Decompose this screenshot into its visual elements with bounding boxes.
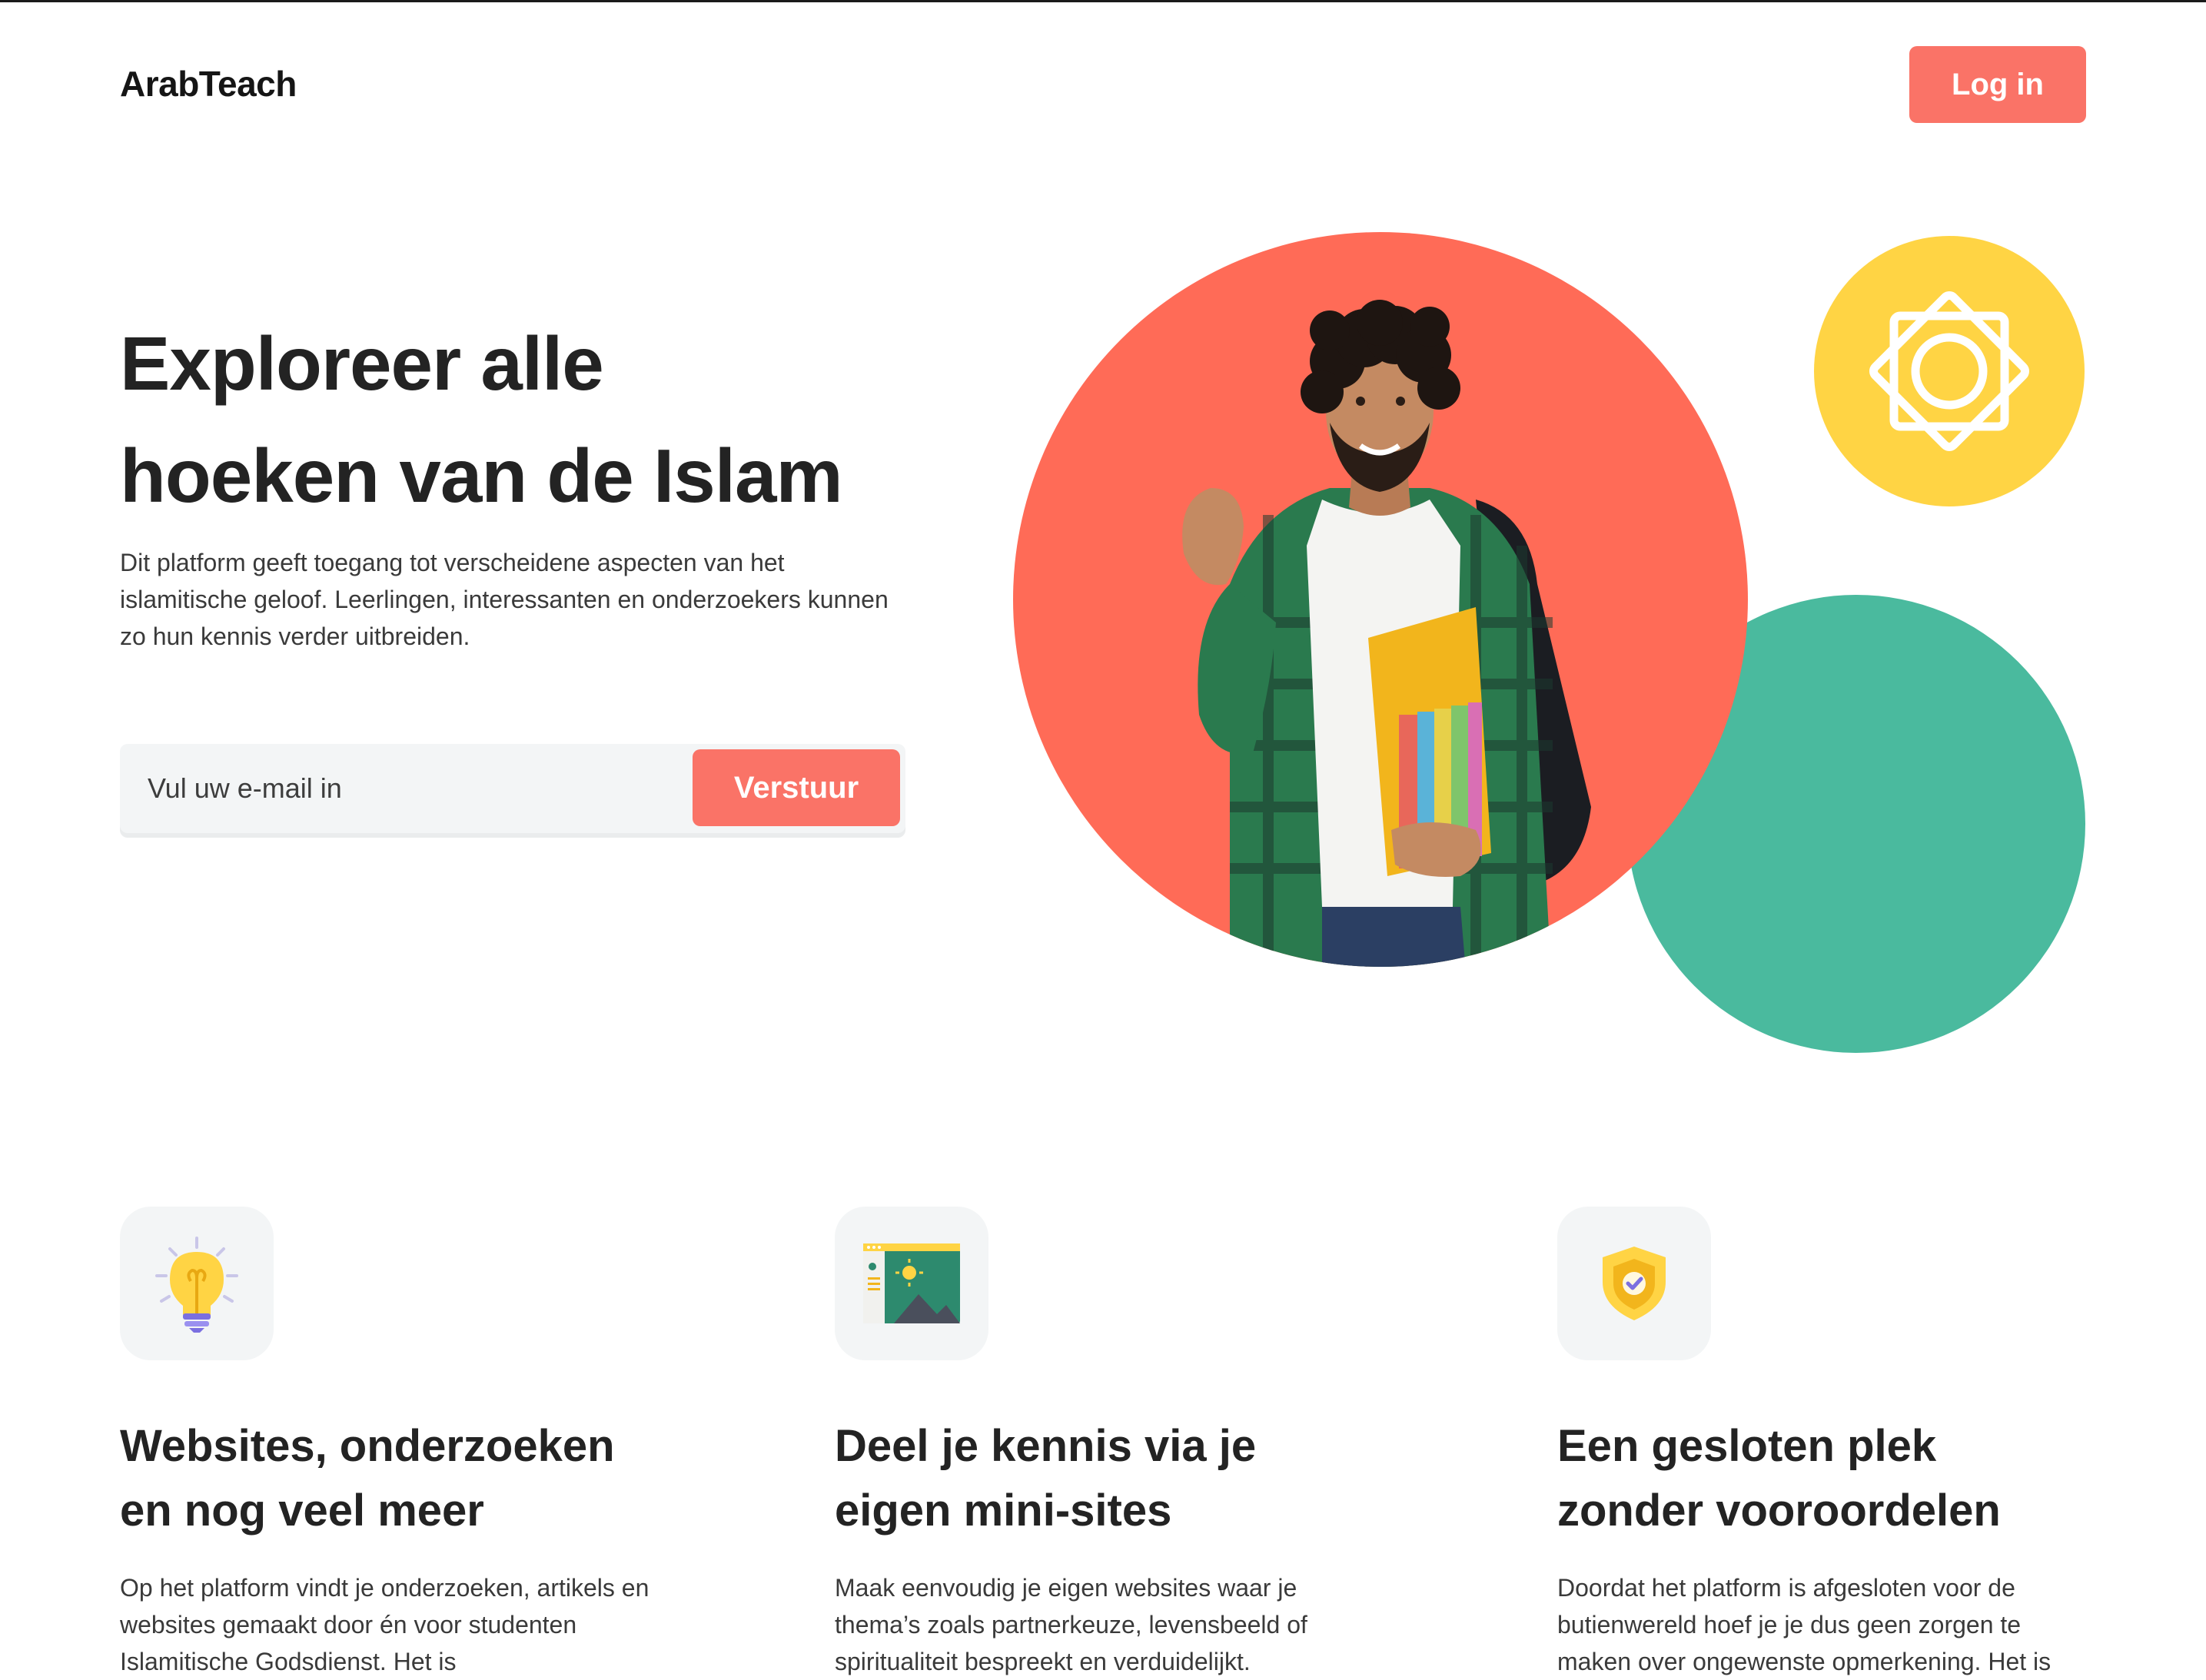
hero-title: Exploreer alle hoeken van de Islam bbox=[120, 307, 965, 532]
feature-text: Maak eenvoudig je eigen websites waar je… bbox=[835, 1574, 1307, 1675]
feature-icon-box bbox=[1557, 1207, 1711, 1360]
feature-title: Een gesloten plek zonder vooroordelen bbox=[1557, 1421, 2001, 1536]
yellow-circle bbox=[1814, 236, 2085, 506]
hero-title-line-1: Exploreer alle bbox=[120, 321, 604, 406]
hero-description: Dit platform geeft toegang tot verscheid… bbox=[120, 549, 889, 650]
website-image-icon bbox=[863, 1243, 960, 1323]
hero-illustration bbox=[1013, 232, 2085, 1053]
feature-icon-box bbox=[120, 1207, 274, 1360]
feature-1: Websites, onderzoeken en nog veel meer O… bbox=[120, 1207, 673, 1680]
feature-title: Websites, onderzoeken en nog veel meer bbox=[120, 1421, 615, 1536]
email-signup-form: Verstuur bbox=[120, 744, 905, 833]
login-button[interactable]: Log in bbox=[1909, 46, 2086, 123]
lightbulb-icon bbox=[155, 1237, 238, 1333]
feature-icon-box bbox=[835, 1207, 988, 1360]
feature-2: Deel je kennis via je eigen mini-sites M… bbox=[835, 1207, 1388, 1680]
shield-check-icon bbox=[1603, 1247, 1666, 1320]
hero-title-line-2: hoeken van de Islam bbox=[120, 433, 843, 518]
page: ArabTeach Log in Exploreer alle hoeken v… bbox=[0, 0, 2206, 1675]
top-border bbox=[0, 0, 2206, 2]
feature-text: Op het platform vindt je onderzoeken, ar… bbox=[120, 1574, 650, 1675]
logo[interactable]: ArabTeach bbox=[120, 63, 297, 105]
feature-title: Deel je kennis via je eigen mini-sites bbox=[835, 1421, 1257, 1536]
feature-text: Doordat het platform is afgesloten voor … bbox=[1557, 1574, 2052, 1675]
feature-3: Een gesloten plek zonder vooroordelen Do… bbox=[1557, 1207, 2111, 1680]
email-input[interactable] bbox=[148, 761, 762, 816]
submit-button[interactable]: Verstuur bbox=[693, 749, 900, 826]
